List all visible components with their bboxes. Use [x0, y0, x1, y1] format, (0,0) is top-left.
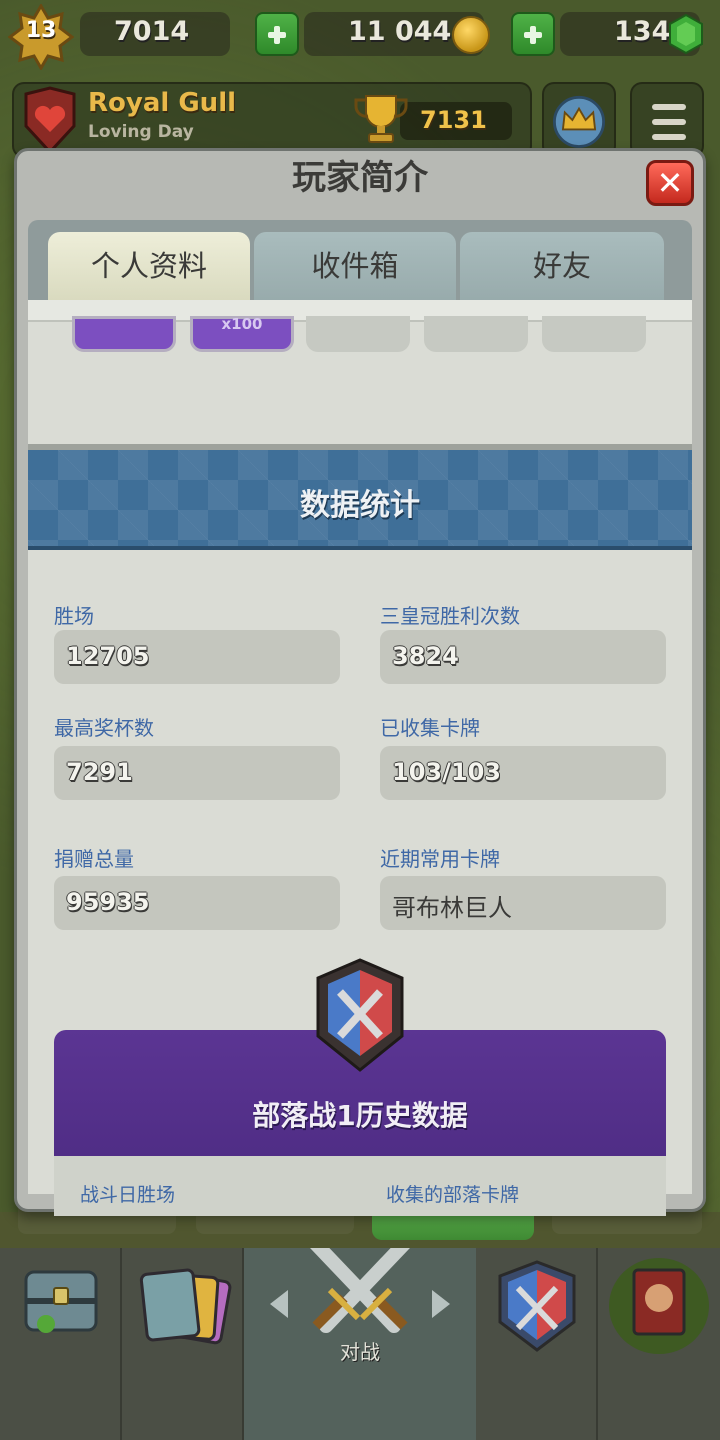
nav-prev-arrow-icon[interactable]	[270, 1290, 288, 1318]
trophy-count: 7131	[420, 106, 487, 134]
buy-gems-button[interactable]	[511, 12, 555, 56]
stat-best-trophies-box: 7291	[54, 746, 340, 800]
clan-war-cards-label: 收集的部落卡牌	[386, 1184, 520, 1206]
nav-cards[interactable]	[122, 1248, 244, 1440]
stat-wins-box: 12705	[54, 630, 340, 684]
menu-line-icon	[652, 119, 686, 125]
stat-donations-label: 捐赠总量	[54, 847, 134, 871]
arena-button[interactable]	[542, 82, 616, 158]
badge-count: x100	[221, 315, 263, 333]
gem-icon	[668, 13, 704, 55]
badge-slot-empty	[542, 316, 646, 352]
nav-next-arrow-icon[interactable]	[432, 1290, 450, 1318]
stat-cards-found-box: 103/103	[380, 746, 666, 800]
player-name: Royal Gull	[88, 88, 237, 118]
player-clan-name: Loving Day	[88, 122, 194, 142]
menu-button[interactable]	[630, 82, 704, 158]
close-icon: ✕	[656, 164, 684, 202]
close-button[interactable]: ✕	[646, 160, 694, 206]
nav-clan[interactable]	[476, 1248, 598, 1440]
badge-slot[interactable]	[72, 316, 176, 352]
chest-icon	[24, 1270, 98, 1333]
stat-donations-box: 95935	[54, 876, 340, 930]
gold-value: 11 044	[348, 16, 452, 47]
stat-wins-value: 12705	[66, 642, 150, 670]
clan-war-battle-wins-label: 战斗日胜场	[80, 1184, 176, 1206]
clan-shield-icon	[498, 1260, 576, 1352]
buy-gold-button[interactable]	[255, 12, 299, 56]
tab-friends[interactable]: 好友	[460, 232, 664, 300]
stat-three-crown-value: 3824	[392, 642, 459, 670]
gems-value: 134	[614, 16, 671, 47]
arena-crown-icon	[552, 95, 606, 148]
stat-cards-found-value: 103/103	[392, 758, 501, 786]
stat-donations-value: 95935	[66, 888, 150, 916]
trophy-icon	[352, 90, 410, 148]
cards-icon	[139, 1268, 232, 1345]
stat-three-crown-label: 三皇冠胜利次数	[380, 604, 520, 628]
badge-slot-empty	[306, 316, 410, 352]
gold-coin-icon	[452, 16, 490, 54]
badge-slot[interactable]: x100	[190, 316, 294, 352]
stat-best-trophies-value: 7291	[66, 758, 133, 786]
clan-war-shield-icon	[312, 958, 408, 1072]
level-number: 13	[25, 18, 57, 43]
clan-badge-icon	[18, 86, 82, 156]
stat-best-trophies-label: 最高奖杯数	[54, 716, 154, 740]
stat-favorite-card-box: 哥布林巨人	[380, 876, 666, 930]
nav-events[interactable]	[598, 1248, 720, 1440]
tab-inbox[interactable]: 收件箱	[254, 232, 456, 300]
laurel-portrait-icon	[609, 1258, 709, 1354]
badge-slot-empty	[424, 316, 528, 352]
modal-title: 玩家简介	[292, 158, 428, 198]
stat-cards-found-label: 已收集卡牌	[380, 716, 480, 740]
stat-favorite-card-value: 哥布林巨人	[392, 894, 512, 922]
tab-profile[interactable]: 个人资料	[48, 232, 250, 300]
clan-war-title: 部落战1历史数据	[252, 1099, 468, 1132]
nav-battle-label: 对战	[340, 1340, 380, 1364]
menu-line-icon	[652, 134, 686, 140]
exp-value: 7014	[114, 16, 190, 47]
stat-wins-label: 胜场	[54, 604, 94, 628]
nav-shop[interactable]	[0, 1248, 122, 1440]
stats-section-title: 数据统计	[300, 488, 420, 523]
stat-three-crown-box: 3824	[380, 630, 666, 684]
menu-line-icon	[652, 104, 686, 110]
stat-favorite-card-label: 近期常用卡牌	[380, 847, 500, 871]
